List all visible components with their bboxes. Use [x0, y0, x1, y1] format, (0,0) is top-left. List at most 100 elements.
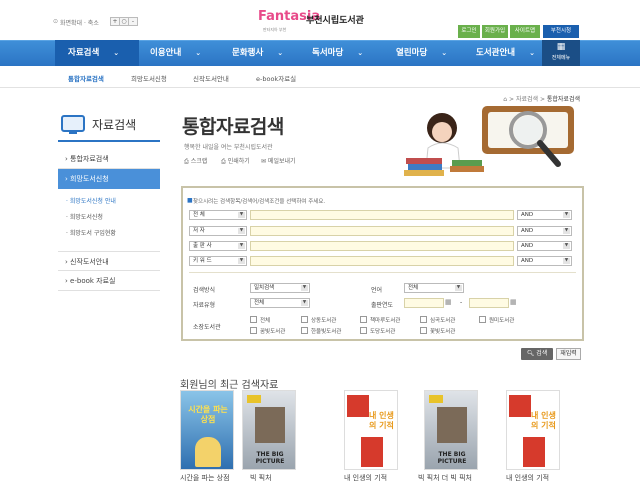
type-select[interactable]: 전체 ▼: [250, 298, 310, 308]
search-input-2[interactable]: [250, 226, 514, 236]
tool-label: 인쇄하기: [227, 158, 250, 165]
book-caption[interactable]: 내 인생의 기적: [506, 473, 549, 483]
book-cover[interactable]: THE BIG PICTURE: [424, 390, 478, 470]
method-select[interactable]: 일치검색 ▼: [250, 283, 310, 293]
library-checkbox[interactable]: [360, 327, 367, 334]
language-label: 언어: [371, 287, 383, 294]
sidebar-sub-label: 희망도서신청: [69, 214, 103, 221]
sidebar-item-ebook[interactable]: › e-book 자료실: [58, 271, 160, 291]
year-to-input[interactable]: [469, 298, 509, 308]
search-input-4[interactable]: [250, 256, 514, 266]
language-select[interactable]: 전체 ▼: [404, 283, 464, 293]
library-checkbox[interactable]: [360, 316, 367, 323]
zoom-out-button[interactable]: -: [128, 17, 138, 26]
book-caption[interactable]: 빅 픽처: [250, 473, 272, 483]
hero-illustration: [404, 106, 574, 176]
book-caption[interactable]: 시간을 파는 상점: [180, 473, 230, 483]
sidebar-item-request[interactable]: › 희망도서신청: [58, 169, 160, 189]
book-art: [361, 437, 383, 467]
book-cover[interactable]: THE BIG PICTURE: [242, 390, 296, 470]
sidebar-sub-request-status[interactable]: · 희망도서 구입현황: [66, 228, 116, 237]
nav-item-search[interactable]: 자료검색 ⌄: [68, 40, 119, 66]
library-checkbox[interactable]: [250, 316, 257, 323]
chevron-down-icon: ▼: [563, 258, 570, 264]
library-checkbox[interactable]: [420, 327, 427, 334]
book-cover[interactable]: 시간을 파는 상점: [180, 390, 234, 470]
chevron-down-icon: ⌄: [195, 49, 202, 57]
library-checkbox[interactable]: [301, 316, 308, 323]
book-caption[interactable]: 내 인생의 기적: [344, 473, 387, 483]
sidebar-item-label: 통합자료검색: [70, 155, 109, 163]
calendar-icon[interactable]: ▦: [445, 298, 452, 306]
search-button-label: 검색: [536, 350, 548, 357]
year-from-input[interactable]: [404, 298, 444, 308]
calendar-icon[interactable]: ▦: [510, 298, 517, 306]
magnifier-icon: ⊙: [53, 18, 59, 25]
op-select-4[interactable]: AND ▼: [517, 256, 572, 266]
library-checkbox-label: 꽃빛도서관: [430, 329, 456, 335]
op-select-2[interactable]: AND ▼: [517, 226, 572, 236]
chevron-down-icon: ▼: [563, 228, 570, 234]
subnav-item-ebook[interactable]: e-book자료실: [256, 73, 296, 83]
subnav-item-request[interactable]: 희망도서신청: [131, 73, 167, 83]
search-input-1[interactable]: [250, 210, 514, 220]
field-select-1[interactable]: 전 체 ▼: [189, 210, 247, 220]
book-badge: [429, 395, 443, 403]
nav-item-library-info[interactable]: 도서관안내 ⌄: [476, 40, 535, 66]
sidebar-item-new-books[interactable]: › 신작도서안내: [58, 251, 160, 271]
subnav-item-integrated[interactable]: 통합자료검색: [68, 73, 104, 83]
year-label: 출판연도: [371, 302, 394, 309]
all-menu-button[interactable]: ▦ 전체메뉴: [542, 40, 580, 66]
scrap-button[interactable]: ⎙ 스크랩: [184, 156, 207, 166]
library-checkbox-label: 도당도서관: [370, 329, 396, 335]
op-select-1[interactable]: AND ▼: [517, 210, 572, 220]
op-select-3[interactable]: AND ▼: [517, 241, 572, 251]
search-button[interactable]: 🔍︎ 검색: [521, 348, 553, 360]
sidebar-item-integrated[interactable]: › 통합자료검색: [58, 149, 160, 169]
login-link[interactable]: 로그인: [458, 25, 480, 38]
sidebar-item-label: 신작도서안내: [70, 258, 109, 266]
nav-item-reading[interactable]: 독서마당 ⌄: [312, 40, 363, 66]
print-icon: ⎙: [221, 158, 226, 165]
chevron-down-icon: ▼: [301, 300, 308, 306]
chevron-down-icon: ▼: [455, 285, 462, 291]
library-checkbox[interactable]: [250, 327, 257, 334]
chevron-down-icon: ⌄: [529, 49, 535, 57]
book-caption[interactable]: 빅 픽처 더 빅 픽처: [418, 473, 472, 483]
chevron-down-icon: ▼: [238, 243, 245, 249]
tool-label: 스크랩: [190, 158, 208, 165]
mail-button[interactable]: ✉ 메일보내기: [261, 156, 296, 165]
subnav-item-new-books[interactable]: 신작도서안내: [193, 73, 229, 83]
field-select-3[interactable]: 출 판 사 ▼: [189, 241, 247, 251]
book-cover[interactable]: 내 인생의 기적: [344, 390, 398, 470]
page-subtitle: 행복한 내일을 여는 부천시립도서관: [184, 144, 273, 151]
nav-label: 문화행사: [232, 48, 264, 58]
book-cover-title: 내 인생의 기적: [369, 411, 394, 430]
chevron-down-icon: ▼: [563, 243, 570, 249]
nav-item-open[interactable]: 열린마당 ⌄: [396, 40, 447, 66]
sidebar-sub-request[interactable]: · 희망도서신청: [66, 212, 103, 221]
search-input-3[interactable]: [250, 241, 514, 251]
sidebar-sub-label: 희망도서 구입현황: [69, 230, 116, 237]
city-hall-link[interactable]: 부천시청: [543, 25, 579, 38]
library-checkbox[interactable]: [479, 316, 486, 323]
chevron-down-icon: ⌄: [113, 49, 120, 57]
book-cover-title: THE BIG PICTURE: [437, 451, 467, 465]
library-checkbox-label: 전체: [260, 318, 271, 324]
book-cover[interactable]: 내 인생의 기적: [506, 390, 560, 470]
library-checkbox[interactable]: [420, 316, 427, 323]
sitemap-link[interactable]: 사이트맵: [510, 25, 540, 38]
nav-item-events[interactable]: 문화행사 ⌄: [232, 40, 283, 66]
field-select-4[interactable]: 키 워 드 ▼: [189, 256, 247, 266]
sidebar-sub-request-guide[interactable]: · 희망도서신청 안내: [66, 196, 116, 205]
chevron-down-icon: ▼: [238, 228, 245, 234]
library-checkbox[interactable]: [301, 327, 308, 334]
reset-button[interactable]: 재입력: [556, 348, 581, 360]
library-checkbox-label: 한울빛도서관: [311, 329, 342, 335]
book-cover-title: 내 인생의 기적: [531, 411, 556, 430]
print-button[interactable]: ⎙ 인쇄하기: [221, 156, 250, 166]
year-separator: -: [460, 299, 463, 306]
nav-item-guide[interactable]: 이용안내 ⌄: [150, 40, 201, 66]
signup-link[interactable]: 회원가입: [482, 25, 508, 38]
field-select-2[interactable]: 저 자 ▼: [189, 226, 247, 236]
